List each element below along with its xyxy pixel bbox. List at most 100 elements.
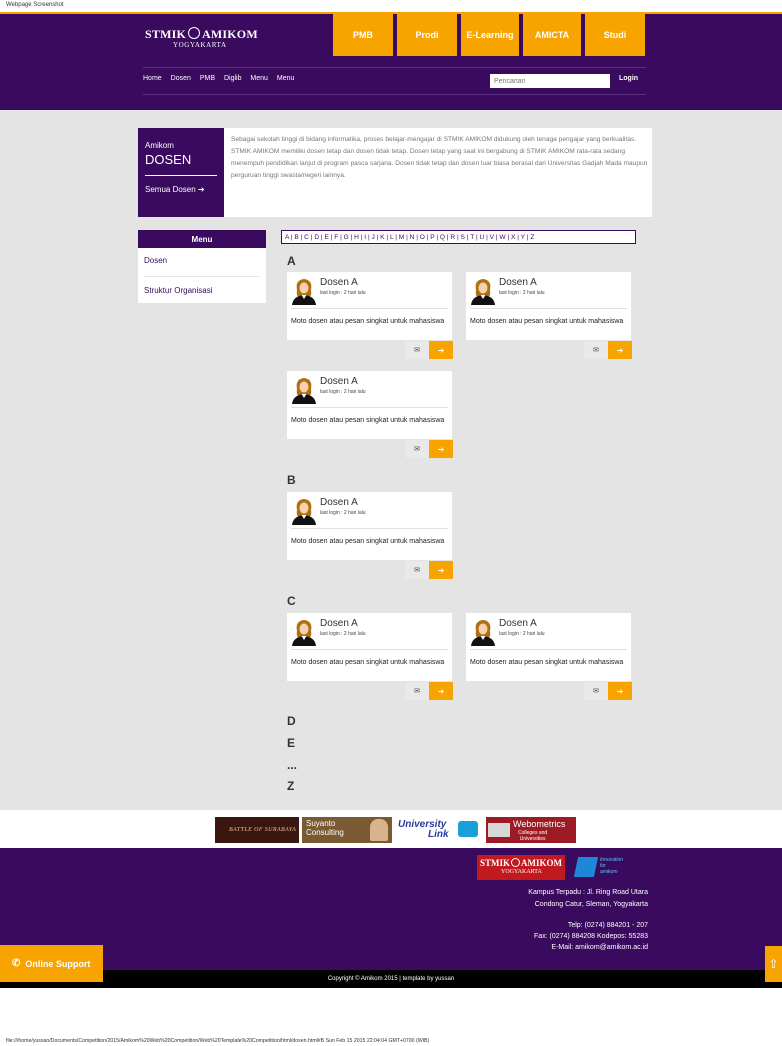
mail-button[interactable]: ✉ xyxy=(405,341,429,359)
subnav-dosen[interactable]: Dosen xyxy=(171,75,191,82)
alphabet-filter[interactable]: A | B | C | D | E | F | G | H | I | J | … xyxy=(281,230,636,244)
subnav-pmb[interactable]: PMB xyxy=(200,75,215,82)
lecturer-name[interactable]: Dosen A xyxy=(320,618,358,629)
all-lecturers-link[interactable]: Semua Dosen ➔ xyxy=(145,185,205,194)
computer-icon xyxy=(458,821,478,837)
side-menu: Dosen Struktur Organisasi xyxy=(138,248,266,303)
subnav-divider-bottom xyxy=(143,94,646,95)
lecturer-name[interactable]: Dosen A xyxy=(320,376,358,387)
address-line-1: Kampus Terpadu : Jl. Ring Road Utara xyxy=(528,889,648,896)
last-login-text: last login : 2 hari lalu xyxy=(320,510,366,516)
login-link[interactable]: Login xyxy=(619,75,638,82)
mail-button[interactable]: ✉ xyxy=(405,561,429,579)
lecturer-card: Dosen A last login : 2 hari lalu Moto do… xyxy=(466,272,631,340)
lecturer-name[interactable]: Dosen A xyxy=(320,277,358,288)
page-kicker: Amikom xyxy=(145,141,174,150)
subnav-menu-1[interactable]: Menu xyxy=(250,75,268,82)
last-login-text: last login : 2 hari lalu xyxy=(320,290,366,296)
menu-item-struktur[interactable]: Struktur Organisasi xyxy=(144,286,212,295)
lecturer-card: Dosen A last login : 2 hari lalu Moto do… xyxy=(287,272,452,340)
avatar-icon xyxy=(292,499,316,525)
tile-pmb[interactable]: PMB xyxy=(333,14,393,56)
view-profile-button[interactable]: ➔ xyxy=(429,440,453,458)
last-login-text: last login : 2 hari lalu xyxy=(320,389,366,395)
tile-studi[interactable]: Studi xyxy=(585,14,645,56)
lecturer-card: Dosen A last login : 2 hari lalu Moto do… xyxy=(466,613,631,681)
lecturer-moto: Moto dosen atau pesan singkat untuk maha… xyxy=(291,417,445,424)
card-divider xyxy=(291,407,448,408)
online-support-label: Online Support xyxy=(25,958,91,969)
tile-prodi[interactable]: Prodi xyxy=(397,14,457,56)
phone-number: Telp: (0274) 884201 - 207 xyxy=(567,922,648,929)
page-title: DOSEN xyxy=(145,152,192,167)
logo-emblem-icon xyxy=(188,27,201,39)
mail-icon: ✉ xyxy=(414,688,420,695)
menu-item-dosen[interactable]: Dosen xyxy=(144,256,167,265)
card-divider xyxy=(291,649,448,650)
lecturer-name[interactable]: Dosen A xyxy=(499,277,537,288)
view-profile-button[interactable]: ➔ xyxy=(429,561,453,579)
tile-elearning[interactable]: E-Learning xyxy=(461,14,519,56)
avatar-icon xyxy=(292,620,316,646)
subnav-menu-2[interactable]: Menu xyxy=(277,75,295,82)
mail-icon: ✉ xyxy=(414,567,420,574)
lecturer-moto: Moto dosen atau pesan singkat untuk maha… xyxy=(291,538,445,545)
subnav-diglib[interactable]: Diglib xyxy=(224,75,242,82)
address-line-2: Condong Catur, Sleman, Yogyakarta xyxy=(534,901,648,908)
avatar-icon xyxy=(292,279,316,305)
search-input[interactable] xyxy=(490,74,610,88)
subnav-home[interactable]: Home xyxy=(143,75,162,82)
avatar-icon xyxy=(471,620,495,646)
sub-navigation: Home Dosen PMB Diglib Menu Menu xyxy=(143,75,301,82)
fax-number: Fax: (0274) 884208 Kodepos: 55283 xyxy=(533,933,648,940)
section-letter-b: B xyxy=(287,473,296,487)
lecturer-card: Dosen A last login : 2 hari lalu Moto do… xyxy=(287,613,452,681)
subnav-divider-top xyxy=(143,67,646,68)
last-login-text: last login : 2 hari lalu xyxy=(320,631,366,637)
banner-webometrics[interactable]: Webometrics Colleges and Universities xyxy=(486,817,576,843)
banner-suyanto-consulting[interactable]: Suyanto Consulting xyxy=(302,817,392,843)
lecturer-moto: Moto dosen atau pesan singkat untuk maha… xyxy=(291,659,445,666)
site-logo[interactable]: STMIK AMIKOM YOGYAKARTA xyxy=(145,27,258,49)
lecturer-moto: Moto dosen atau pesan singkat untuk maha… xyxy=(291,318,445,325)
screenshot-caption: Webpage Screenshot xyxy=(0,0,782,12)
email-address[interactable]: E-Mail: amikom@amikom.ac.id xyxy=(551,944,648,951)
section-letter-e: E xyxy=(287,736,296,750)
section-letter-d: D xyxy=(287,714,296,728)
mail-icon: ✉ xyxy=(414,446,420,453)
badge-emblem-icon xyxy=(573,857,599,877)
footer-logo[interactable]: STMIK AMIKOM YOGYAKARTA xyxy=(477,855,565,880)
scroll-to-top-button[interactable]: ⇧ xyxy=(765,946,782,982)
arrow-right-icon: ➔ xyxy=(616,345,624,355)
mail-button[interactable]: ✉ xyxy=(584,341,608,359)
section-letter-c: C xyxy=(287,594,296,608)
online-support-button[interactable]: ✆ Online Support xyxy=(0,945,103,982)
innovation-badge[interactable]: Innovation for amikom xyxy=(573,853,638,881)
mail-button[interactable]: ✉ xyxy=(584,682,608,700)
last-login-text: last login : 2 hari lalu xyxy=(499,290,545,296)
card-divider xyxy=(291,528,448,529)
status-url: file:///home/yussan/Documents/Competitio… xyxy=(6,1038,430,1044)
intro-text: Sebagai sekolah tinggi di bidang informa… xyxy=(231,136,648,179)
avatar-icon xyxy=(292,378,316,404)
flags-icon xyxy=(488,823,510,837)
lecturer-moto: Moto dosen atau pesan singkat untuk maha… xyxy=(470,318,624,325)
view-profile-button[interactable]: ➔ xyxy=(608,682,632,700)
arrow-up-icon: ⇧ xyxy=(768,957,779,971)
phone-icon: ✆ xyxy=(12,958,21,969)
view-profile-button[interactable]: ➔ xyxy=(608,341,632,359)
view-profile-button[interactable]: ➔ xyxy=(429,341,453,359)
mail-button[interactable]: ✉ xyxy=(405,440,429,458)
section-letter-ellipsis: ... xyxy=(287,758,298,772)
arrow-right-icon: ➔ xyxy=(437,345,445,355)
lecturer-name[interactable]: Dosen A xyxy=(320,497,358,508)
tile-amicta[interactable]: AMICTA xyxy=(523,14,581,56)
banner-university-link[interactable]: University Link xyxy=(396,817,480,843)
lecturer-name[interactable]: Dosen A xyxy=(499,618,537,629)
copyright-bar: Copyright © Amikom 2015 | template by yu… xyxy=(0,970,782,988)
mail-button[interactable]: ✉ xyxy=(405,682,429,700)
mail-icon: ✉ xyxy=(414,347,420,354)
banner-battle-of-surabaya[interactable]: BATTLE OF SURABAYA xyxy=(215,817,299,843)
title-divider xyxy=(145,175,217,176)
view-profile-button[interactable]: ➔ xyxy=(429,682,453,700)
